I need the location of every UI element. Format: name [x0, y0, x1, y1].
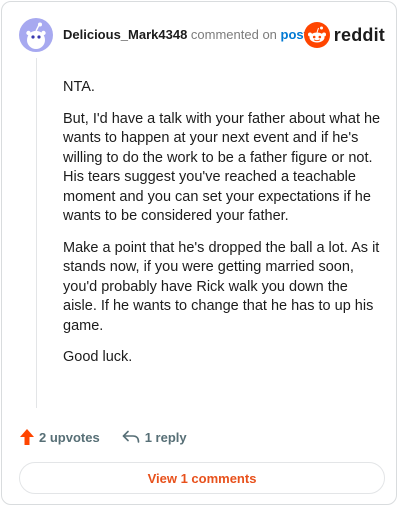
comment-paragraph: NTA. — [63, 79, 95, 95]
upvote-arrow-icon — [20, 429, 34, 445]
thread-line[interactable] — [36, 58, 37, 408]
comment-paragraph: But, I'd have a talk with your father ab… — [63, 110, 381, 225]
comment-paragraph: Make a point that he's dropped the ball … — [63, 239, 380, 334]
avatar[interactable] — [19, 18, 53, 52]
view-comments-button[interactable]: View 1 comments — [19, 462, 385, 494]
comment-card: Delicious_Mark4348 commented on post red… — [1, 1, 397, 505]
reddit-wordmark: reddit — [333, 24, 385, 45]
commented-on-text: commented on — [190, 27, 277, 42]
upvote-button[interactable]: 2 upvotes — [19, 428, 100, 446]
reddit-icon — [303, 22, 330, 48]
reply-button[interactable]: 1 reply — [122, 430, 187, 445]
username-link[interactable]: Delicious_Mark4348 — [63, 27, 187, 42]
comment-actions: 2 upvotes 1 reply — [19, 427, 187, 447]
comment-body: NTA. But, I'd have a talk with your fath… — [63, 78, 381, 380]
reply-count: 1 reply — [144, 429, 187, 445]
upvote-count: 2 upvotes — [39, 429, 100, 445]
comment-header: Delicious_Mark4348 commented on post red… — [19, 18, 385, 52]
comment-paragraph: Good luck. — [63, 349, 133, 365]
comment-meta: Delicious_Mark4348 commented on post — [63, 28, 308, 42]
reddit-logo[interactable]: reddit — [303, 22, 385, 48]
reply-arrow-icon — [122, 430, 139, 443]
